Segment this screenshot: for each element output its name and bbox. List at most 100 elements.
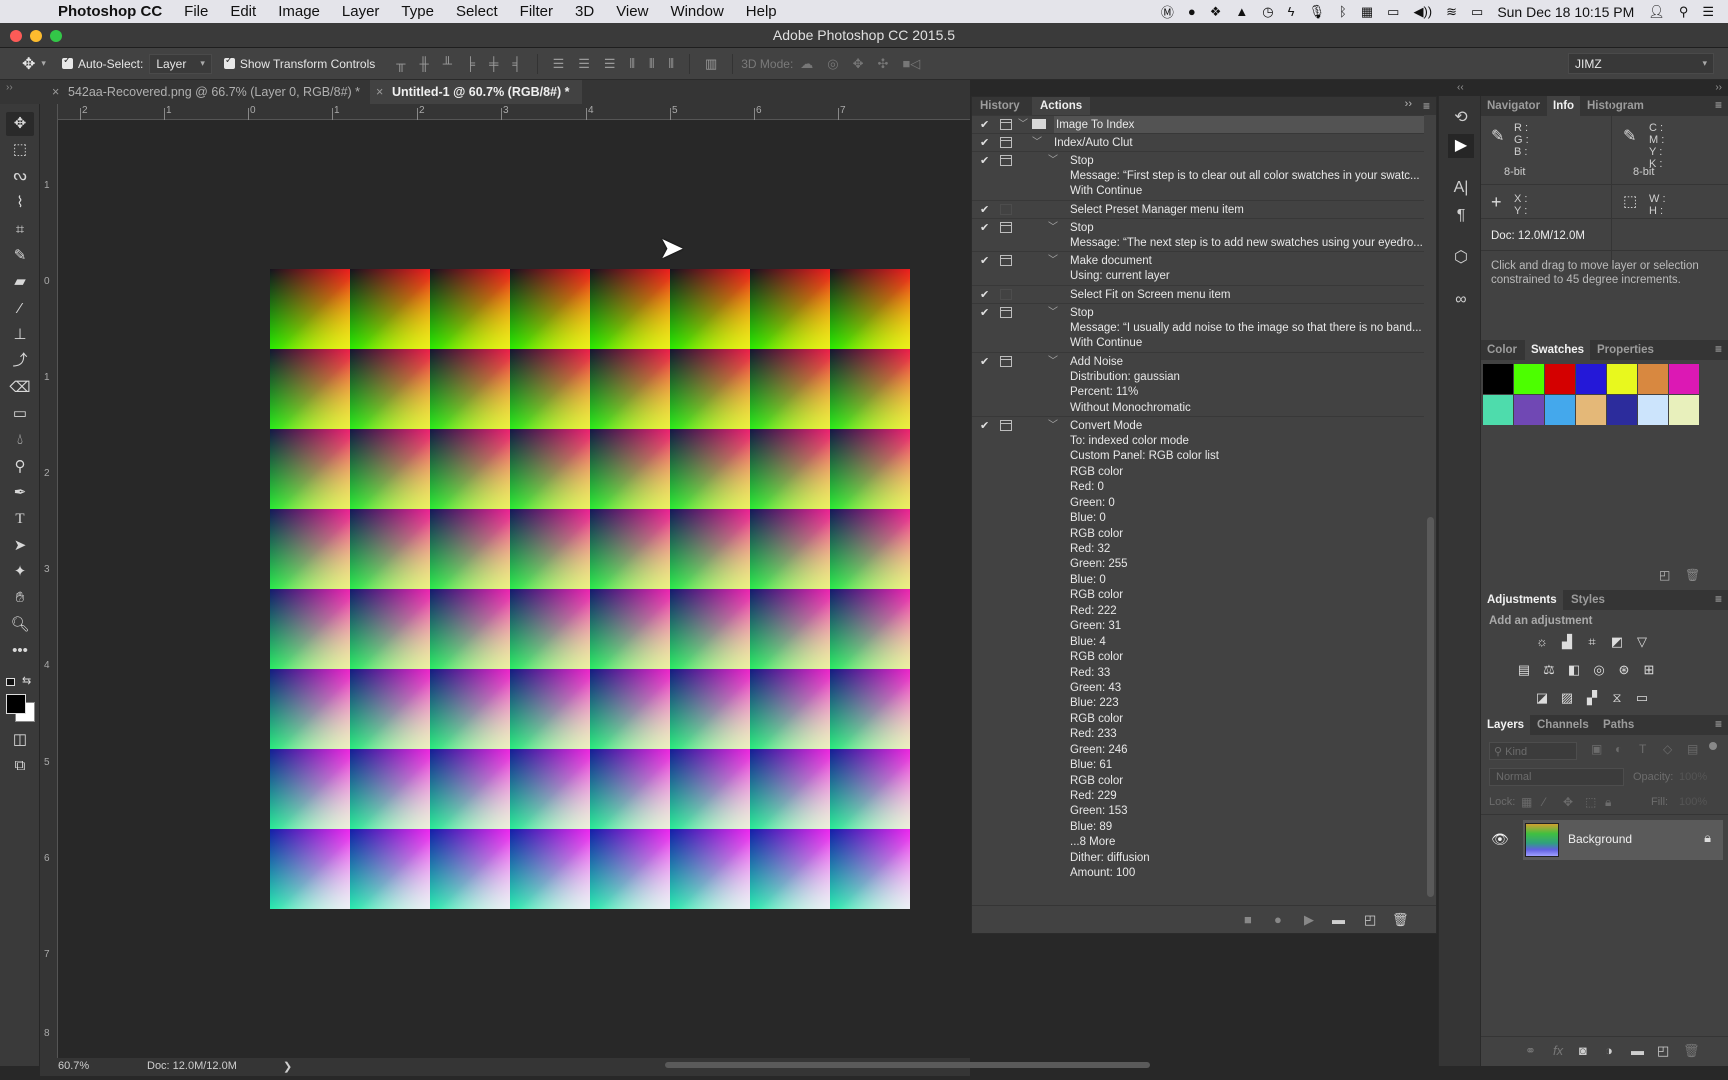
move-tool-preset-icon[interactable]: ✥ bbox=[22, 54, 35, 74]
auto-select-checkbox[interactable]: Auto-Select: bbox=[61, 55, 143, 71]
panel-menu-icon[interactable]: ≡ bbox=[1715, 98, 1722, 112]
gradient-map-icon[interactable]: ▭ bbox=[1633, 690, 1651, 705]
toggle-item-checkmark-icon[interactable]: ✔ bbox=[980, 219, 989, 237]
panel-menu-icon[interactable]: ≡ bbox=[1715, 717, 1722, 731]
adjustment-layer-icon[interactable]: ◑ bbox=[1605, 1043, 1613, 1058]
lock-transparency-icon[interactable]: ▦ bbox=[1521, 795, 1532, 809]
action-step-row[interactable]: ✔ ﹀ Make document bbox=[972, 251, 1424, 269]
doc-tab-542aa[interactable]: × 542aa-Recovered.png @ 66.7% (Layer 0, … bbox=[46, 80, 368, 104]
color-balance-icon[interactable]: ⚖ bbox=[1540, 662, 1558, 677]
minimize-window-button[interactable] bbox=[30, 30, 42, 42]
history-panel-icon[interactable]: ⟲ bbox=[1448, 106, 1474, 130]
toggle-item-checkmark-icon[interactable]: ✔ bbox=[980, 353, 989, 371]
bluetooth-icon[interactable]: ᛒ bbox=[1339, 4, 1347, 19]
action-detail-row[interactable]: Blue: 0 bbox=[972, 573, 1424, 588]
toggle-item-checkmark-icon[interactable]: ✔ bbox=[980, 201, 989, 219]
action-detail-row[interactable]: RGB color bbox=[972, 527, 1424, 542]
time-machine-icon[interactable]: ◷ bbox=[1262, 4, 1273, 20]
tab-histogram[interactable]: Histogram bbox=[1581, 96, 1650, 116]
action-detail-row[interactable]: Green: 0 bbox=[972, 496, 1424, 511]
color-swatch[interactable] bbox=[1607, 395, 1637, 425]
align-vcenter-icon[interactable]: ╫ bbox=[419, 56, 428, 71]
action-detail-row[interactable]: To: indexed color mode bbox=[972, 434, 1424, 449]
tab-paths[interactable]: Paths bbox=[1597, 715, 1640, 735]
action-detail-row[interactable]: Blue: 61 bbox=[972, 758, 1424, 773]
align-top-icon[interactable]: ╥ bbox=[396, 56, 405, 71]
auto-select-dropdown[interactable]: Layer ▾ bbox=[149, 53, 212, 74]
delete-layer-icon[interactable]: 🗑︎ bbox=[1683, 1043, 1700, 1059]
wifi-icon[interactable]: ≋ bbox=[1446, 4, 1457, 20]
tab-info[interactable]: Info bbox=[1547, 96, 1581, 116]
distribute-right-icon[interactable]: ⫴ bbox=[668, 56, 673, 72]
action-detail-row[interactable]: Percent: 11% bbox=[972, 385, 1424, 400]
action-detail-row[interactable]: RGB color bbox=[972, 588, 1424, 603]
auto-align-icon[interactable]: ▥ bbox=[705, 56, 717, 72]
blend-mode-dropdown[interactable]: Normal bbox=[1489, 768, 1624, 786]
menu-file[interactable]: File bbox=[184, 3, 208, 20]
action-detail-row[interactable]: RGB color bbox=[972, 712, 1424, 727]
color-swatch[interactable] bbox=[1483, 395, 1513, 425]
3d-orbit-icon[interactable]: ☁ bbox=[800, 56, 813, 72]
channel-mixer-icon[interactable]: ⊛ bbox=[1615, 662, 1633, 677]
default-colors-icon[interactable] bbox=[6, 678, 15, 686]
close-window-button[interactable] bbox=[10, 30, 22, 42]
dropbox-icon[interactable]: ❖ bbox=[1210, 4, 1222, 20]
group-icon[interactable]: ▬ bbox=[1631, 1043, 1644, 1058]
toggle-item-checkmark-icon[interactable]: ✔ bbox=[980, 152, 989, 170]
color-swatch[interactable] bbox=[1669, 364, 1699, 394]
filter-toggle[interactable] bbox=[1709, 742, 1717, 750]
action-detail-row[interactable]: Red: 33 bbox=[972, 666, 1424, 681]
layer-mask-icon[interactable]: ◙ bbox=[1579, 1043, 1587, 1058]
zoom-tool-icon[interactable]: 🔍︎ bbox=[6, 613, 34, 637]
toggle-dialog-icon[interactable] bbox=[1000, 419, 1012, 431]
menu-edit[interactable]: Edit bbox=[230, 3, 256, 20]
action-detail-row[interactable]: With Continue bbox=[972, 336, 1424, 351]
actions-panel-icon[interactable]: ▶ bbox=[1448, 134, 1474, 158]
swap-colors-icon[interactable]: ⇆ bbox=[22, 674, 31, 687]
panel-menu-icon[interactable]: ≡ bbox=[1715, 592, 1722, 606]
action-detail-row[interactable]: With Continue bbox=[972, 184, 1424, 199]
stop-icon[interactable]: ■ bbox=[1244, 912, 1252, 927]
toggle-item-checkmark-icon[interactable]: ✔ bbox=[980, 134, 989, 152]
link-layers-icon[interactable]: ⚭ bbox=[1525, 1043, 1536, 1059]
layer-visibility-toggle[interactable]: 👁︎ bbox=[1481, 820, 1515, 860]
edit-toolbar-icon[interactable]: ••• bbox=[6, 639, 34, 663]
google-drive-icon[interactable]: ▲ bbox=[1235, 4, 1248, 19]
delete-swatch-icon[interactable]: 🗑︎ bbox=[1685, 568, 1700, 582]
menu-3d[interactable]: 3D bbox=[575, 3, 594, 20]
action-detail-row[interactable]: RGB color bbox=[972, 774, 1424, 789]
dodge-tool-icon[interactable]: ⚲ bbox=[6, 455, 34, 479]
horizontal-scrollbar[interactable] bbox=[665, 1062, 1150, 1068]
marquee-tool-icon[interactable]: ⬚ bbox=[6, 138, 34, 162]
expand-chevron-icon[interactable]: ﹀ bbox=[1032, 134, 1042, 152]
menu-view[interactable]: View bbox=[616, 3, 648, 20]
microphone-icon[interactable]: 🎙︎ bbox=[1309, 4, 1326, 20]
action-detail-row[interactable]: Red: 229 bbox=[972, 789, 1424, 804]
toggle-dialog-icon[interactable] bbox=[1000, 137, 1012, 148]
brush-tool-icon[interactable]: ⁄ bbox=[6, 297, 34, 321]
user-icon[interactable]: 👤︎ bbox=[1648, 4, 1665, 20]
align-right-icon[interactable]: ╡ bbox=[512, 56, 521, 71]
eyedropper-tool-icon[interactable]: ✎ bbox=[6, 244, 34, 268]
hand-tool-icon[interactable]: ✋︎ bbox=[6, 586, 34, 610]
action-step-row[interactable]: ✔ ﹀ Stop bbox=[972, 151, 1424, 169]
volume-icon[interactable]: ◀)) bbox=[1413, 4, 1432, 20]
color-swatch[interactable] bbox=[1669, 395, 1699, 425]
panel-menu-icon[interactable]: ≡ bbox=[1715, 342, 1722, 356]
lock-position-icon[interactable]: ✥ bbox=[1563, 795, 1573, 809]
action-step-row[interactable]: ✔ Select Preset Manager menu item bbox=[972, 199, 1424, 219]
selective-color-icon[interactable]: ⧖ bbox=[1608, 690, 1626, 705]
tool-preset-chevron-icon[interactable]: ▾ bbox=[41, 58, 46, 69]
eyedropper-icon[interactable]: ✎ bbox=[1623, 126, 1636, 146]
action-detail-row[interactable]: Green: 43 bbox=[972, 681, 1424, 696]
expand-chevron-icon[interactable]: ﹀ bbox=[1048, 252, 1058, 270]
clock[interactable]: Sun Dec 18 10:15 PM bbox=[1497, 4, 1634, 20]
toggle-dialog-icon[interactable] bbox=[1000, 355, 1012, 367]
expand-chevron-icon[interactable]: ﹀ bbox=[1048, 219, 1058, 237]
menu-help[interactable]: Help bbox=[746, 3, 777, 20]
new-set-folder-icon[interactable]: ▬ bbox=[1332, 912, 1345, 927]
black-white-icon[interactable]: ◧ bbox=[1565, 662, 1583, 677]
libraries-panel-icon[interactable]: ∞ bbox=[1448, 288, 1474, 312]
color-swatch[interactable] bbox=[1638, 364, 1668, 394]
action-detail-row[interactable]: Dither: diffusion bbox=[972, 851, 1424, 866]
